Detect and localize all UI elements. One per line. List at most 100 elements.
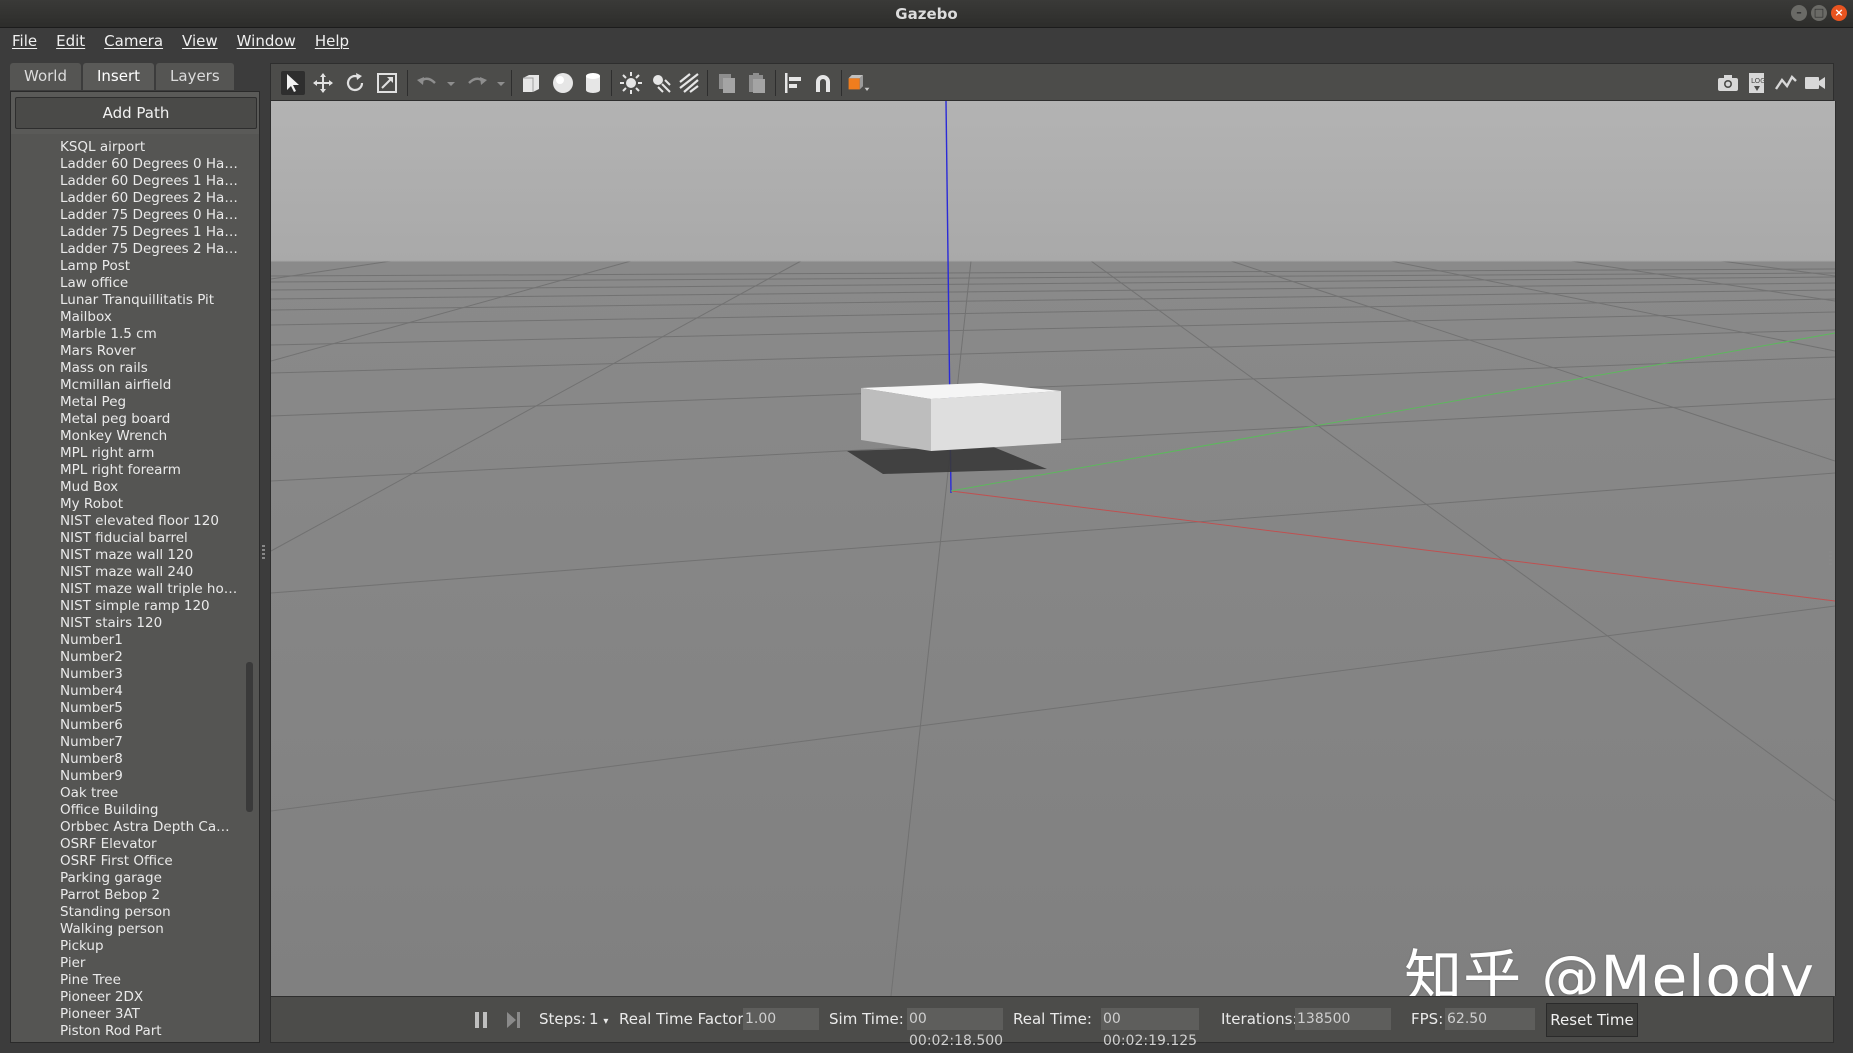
add-path-button[interactable]: Add Path xyxy=(15,97,257,129)
list-item[interactable]: Marble 1.5 cm xyxy=(11,326,259,343)
record-video-icon[interactable] xyxy=(1803,71,1827,95)
menu-view[interactable]: View xyxy=(182,28,218,55)
list-item[interactable]: Ladder 60 Degrees 2 Ha… xyxy=(11,190,259,207)
list-item[interactable]: Pickup xyxy=(11,938,259,955)
list-item[interactable]: MPL right arm xyxy=(11,445,259,462)
list-item[interactable]: Number3 xyxy=(11,666,259,683)
scale-icon[interactable] xyxy=(375,71,399,95)
minimize-icon[interactable]: – xyxy=(1791,5,1807,21)
list-item[interactable]: Number1 xyxy=(11,632,259,649)
3d-viewport[interactable] xyxy=(270,101,1836,996)
list-item[interactable]: NIST maze wall 120 xyxy=(11,547,259,564)
undo-dropdown-icon[interactable] xyxy=(439,71,455,95)
list-item[interactable]: Monkey Wrench xyxy=(11,428,259,445)
list-item[interactable]: KSQL airport xyxy=(11,139,259,156)
tab-layers[interactable]: Layers xyxy=(156,63,234,90)
list-item[interactable]: Ladder 75 Degrees 2 Ha… xyxy=(11,241,259,258)
list-item[interactable]: Number8 xyxy=(11,751,259,768)
list-item[interactable]: Oak tree xyxy=(11,785,259,802)
model-list-scrollbar[interactable] xyxy=(244,134,254,1042)
list-item[interactable]: Pine Tree xyxy=(11,972,259,989)
list-item[interactable]: Pioneer 2DX xyxy=(11,989,259,1006)
close-icon[interactable]: × xyxy=(1831,5,1847,21)
list-item[interactable]: Number5 xyxy=(11,700,259,717)
list-item[interactable]: Mars Rover xyxy=(11,343,259,360)
view-angle-icon[interactable] xyxy=(847,71,877,95)
select-arrow-icon[interactable] xyxy=(281,71,305,95)
pause-icon[interactable] xyxy=(473,1011,489,1029)
log-icon[interactable]: LOG xyxy=(1745,71,1769,95)
list-item[interactable]: NIST maze wall triple ho… xyxy=(11,581,259,598)
list-item[interactable]: Number4 xyxy=(11,683,259,700)
align-icon[interactable] xyxy=(781,71,805,95)
list-item[interactable]: Ladder 75 Degrees 1 Ha… xyxy=(11,224,259,241)
list-item[interactable]: Mcmillan airfield xyxy=(11,377,259,394)
list-item[interactable]: Mailbox xyxy=(11,309,259,326)
list-item[interactable]: Law office xyxy=(11,275,259,292)
redo-dropdown-icon[interactable] xyxy=(489,71,505,95)
redo-icon[interactable] xyxy=(465,71,489,95)
step-forward-icon[interactable] xyxy=(505,1011,521,1029)
paste-icon[interactable] xyxy=(745,71,769,95)
menu-help[interactable]: Help xyxy=(315,28,349,55)
list-item[interactable]: Walking person xyxy=(11,921,259,938)
list-item[interactable]: Lunar Tranquillitatis Pit xyxy=(11,292,259,309)
list-item[interactable]: NIST fiducial barrel xyxy=(11,530,259,547)
scrollbar-thumb[interactable] xyxy=(246,662,253,812)
list-item[interactable]: My Robot xyxy=(11,496,259,513)
list-item[interactable]: Mass on rails xyxy=(11,360,259,377)
list-item[interactable]: Number9 xyxy=(11,768,259,785)
list-item[interactable]: Standing person xyxy=(11,904,259,921)
list-item[interactable]: Ladder 60 Degrees 0 Ha… xyxy=(11,156,259,173)
rotate-icon[interactable] xyxy=(343,71,367,95)
copy-icon[interactable] xyxy=(715,71,739,95)
list-item[interactable]: OSRF First Office xyxy=(11,853,259,870)
maximize-icon[interactable]: □ xyxy=(1811,5,1827,21)
list-item[interactable]: Metal peg board xyxy=(11,411,259,428)
spot-light-icon[interactable] xyxy=(649,71,673,95)
list-item[interactable]: Number2 xyxy=(11,649,259,666)
list-item[interactable]: Pier xyxy=(11,955,259,972)
list-item[interactable]: NIST maze wall 240 xyxy=(11,564,259,581)
menu-edit[interactable]: Edit xyxy=(56,28,85,55)
snap-icon[interactable] xyxy=(811,71,835,95)
tab-world[interactable]: World xyxy=(10,63,81,90)
list-item[interactable]: Ladder 60 Degrees 1 Ha… xyxy=(11,173,259,190)
menu-file[interactable]: File xyxy=(12,28,37,55)
list-item[interactable]: NIST stairs 120 xyxy=(11,615,259,632)
plot-icon[interactable] xyxy=(1774,71,1798,95)
right-splitter-handle[interactable] xyxy=(1829,551,1832,565)
tab-insert[interactable]: Insert xyxy=(83,63,155,90)
list-item[interactable]: MPL right forearm xyxy=(11,462,259,479)
cylinder-shape-icon[interactable] xyxy=(581,71,605,95)
box-shape-icon[interactable] xyxy=(519,71,543,95)
list-item[interactable]: Number6 xyxy=(11,717,259,734)
translate-icon[interactable] xyxy=(311,71,335,95)
list-item[interactable]: Piston Rod Part xyxy=(11,1023,259,1040)
list-item[interactable]: NIST elevated floor 120 xyxy=(11,513,259,530)
list-item[interactable]: Pioneer 3AT xyxy=(11,1006,259,1023)
sphere-shape-icon[interactable] xyxy=(551,71,575,95)
list-item[interactable]: Mud Box xyxy=(11,479,259,496)
list-item[interactable]: OSRF Elevator xyxy=(11,836,259,853)
list-item[interactable]: Number7 xyxy=(11,734,259,751)
chevron-down-icon[interactable]: ▾ xyxy=(603,1016,608,1027)
list-item[interactable]: Parrot Bebop 2 xyxy=(11,887,259,904)
menu-window[interactable]: Window xyxy=(237,28,296,55)
list-item[interactable]: Orbbec Astra Depth Ca… xyxy=(11,819,259,836)
point-light-icon[interactable] xyxy=(619,71,643,95)
list-item[interactable]: Office Building xyxy=(11,802,259,819)
left-splitter-handle[interactable] xyxy=(262,545,265,559)
directional-light-icon[interactable] xyxy=(677,71,701,95)
reset-time-button[interactable]: Reset Time xyxy=(1546,1003,1638,1037)
undo-icon[interactable] xyxy=(415,71,439,95)
steps-spinbox[interactable]: 1 ▾ xyxy=(589,1010,608,1028)
list-item[interactable]: Lamp Post xyxy=(11,258,259,275)
list-item[interactable]: Parking garage xyxy=(11,870,259,887)
model-list-box[interactable]: KSQL airport Ladder 60 Degrees 0 Ha… Ladde… xyxy=(11,134,259,1042)
list-item[interactable]: Metal Peg xyxy=(11,394,259,411)
screenshot-icon[interactable] xyxy=(1716,71,1740,95)
list-item[interactable]: Ladder 75 Degrees 0 Ha… xyxy=(11,207,259,224)
list-item[interactable]: NIST simple ramp 120 xyxy=(11,598,259,615)
menu-camera[interactable]: Camera xyxy=(104,28,163,55)
